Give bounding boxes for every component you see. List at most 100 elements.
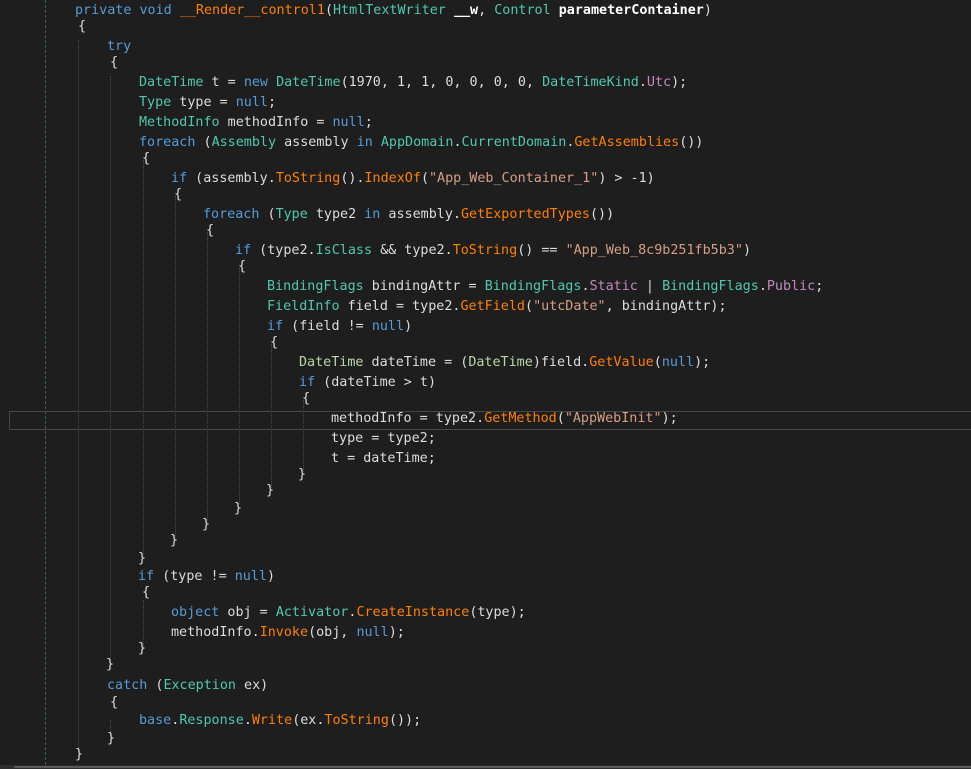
code-token: ) (404, 319, 413, 334)
code-token: null (661, 355, 695, 370)
code-line: } (298, 465, 306, 485)
indent-guide (175, 196, 176, 540)
code-line: } (107, 729, 115, 749)
horizontal-scrollbar[interactable] (0, 765, 971, 769)
code-token: ) > -1) (598, 171, 655, 186)
code-token: () == (517, 243, 566, 258)
code-token: ( (556, 411, 565, 426)
code-token: } (75, 747, 84, 762)
code-token: BindingFlags (484, 279, 582, 294)
code-line: { (302, 389, 310, 409)
code-line: t = dateTime; (331, 449, 436, 469)
code-line: methodInfo.Invoke(obj, null); (171, 623, 405, 643)
code-token: object (171, 605, 220, 620)
code-token: } (106, 657, 115, 672)
code-token: Control (494, 3, 551, 18)
indent-guide (143, 160, 144, 556)
code-token: type = type2; (331, 431, 436, 446)
code-token: null (356, 625, 389, 640)
code-token: ; (815, 279, 824, 294)
code-token: ToString (452, 243, 518, 258)
code-line: { (142, 149, 150, 169)
code-token: assembly (276, 135, 357, 150)
code-line: } (106, 655, 114, 675)
code-token: in (356, 135, 373, 150)
code-line: if (assembly.ToString().IndexOf("App_Web… (171, 169, 655, 189)
code-token: . (243, 713, 252, 728)
code-token: Type (139, 95, 172, 110)
code-token: MethodInfo (139, 115, 220, 130)
code-token: ) (742, 243, 751, 258)
code-token: (type != (154, 569, 235, 584)
scrollbar-thumb[interactable] (14, 766, 971, 768)
code-editor[interactable]: private void __Render__control1(HtmlText… (0, 0, 971, 769)
code-token: { (206, 223, 215, 238)
code-token: { (142, 585, 151, 600)
code-token: } (202, 517, 211, 532)
code-token: HtmlTextWriter (333, 3, 446, 18)
code-token: null (371, 319, 405, 334)
code-token: methodInfo = type2. (331, 411, 485, 426)
code-line: } (75, 745, 83, 765)
code-token: } (138, 641, 147, 656)
code-token: { (270, 335, 279, 350)
code-token: GetValue (589, 355, 654, 370)
code-token: Invoke (259, 625, 309, 640)
code-token: null (235, 95, 268, 110)
code-token: { (174, 187, 183, 202)
code-line: if (type2.IsClass && type2.ToString() ==… (235, 241, 751, 261)
code-token: DateTimeKind (542, 75, 639, 90)
code-token: DateTime (139, 75, 204, 90)
code-token: Activator (275, 605, 349, 620)
code-token: ()); (388, 713, 422, 728)
code-token: ( (259, 207, 276, 222)
code-token: ); (694, 355, 711, 370)
code-line: MethodInfo methodInfo = null; (139, 113, 373, 133)
code-token: } (107, 731, 116, 746)
code-token: BindingFlags (267, 279, 364, 294)
code-token: ( (147, 678, 164, 693)
code-token: DateTime (468, 355, 533, 370)
code-token: . (638, 75, 647, 90)
code-line: } (234, 499, 242, 519)
code-token: void (139, 3, 172, 18)
code-token: base (139, 713, 172, 728)
code-token: Response (179, 713, 244, 728)
code-token: methodInfo. (171, 625, 260, 640)
code-token: foreach (139, 135, 196, 150)
code-token: Exception (163, 678, 236, 693)
code-token: { (238, 259, 247, 274)
code-token: if (171, 171, 188, 186)
code-token: ( (324, 3, 333, 18)
code-token: in (364, 207, 381, 222)
code-token: BindingFlags (662, 279, 759, 294)
code-token: ( (195, 135, 212, 150)
code-token: GetExportedTypes (461, 207, 590, 222)
code-token: { (302, 391, 311, 406)
code-line: DateTime dateTime = (DateTime)field.GetV… (299, 353, 710, 373)
code-line: Type type = null; (139, 93, 276, 113)
code-token: ToString (324, 713, 389, 728)
code-token: ; (268, 95, 277, 110)
code-token: "App_Web_8c9b251fb5b3" (565, 243, 743, 258)
code-token: FieldInfo (267, 299, 340, 314)
code-token: if (235, 243, 252, 258)
code-token: Utc (646, 75, 672, 90)
code-line: { (142, 583, 150, 603)
code-token: } (298, 467, 307, 482)
code-token: (assembly. (187, 171, 276, 186)
code-token: assembly. (380, 207, 461, 222)
code-token: (ex. (292, 713, 325, 728)
code-token: type2 (307, 207, 365, 222)
code-token: private (75, 3, 132, 18)
code-line: type = type2; (331, 429, 436, 449)
code-token: (field != (283, 319, 372, 334)
code-line: DateTime t = new DateTime(1970, 1, 1, 0,… (139, 73, 687, 93)
indent-guide (78, 40, 79, 756)
code-token: ) (703, 3, 712, 18)
